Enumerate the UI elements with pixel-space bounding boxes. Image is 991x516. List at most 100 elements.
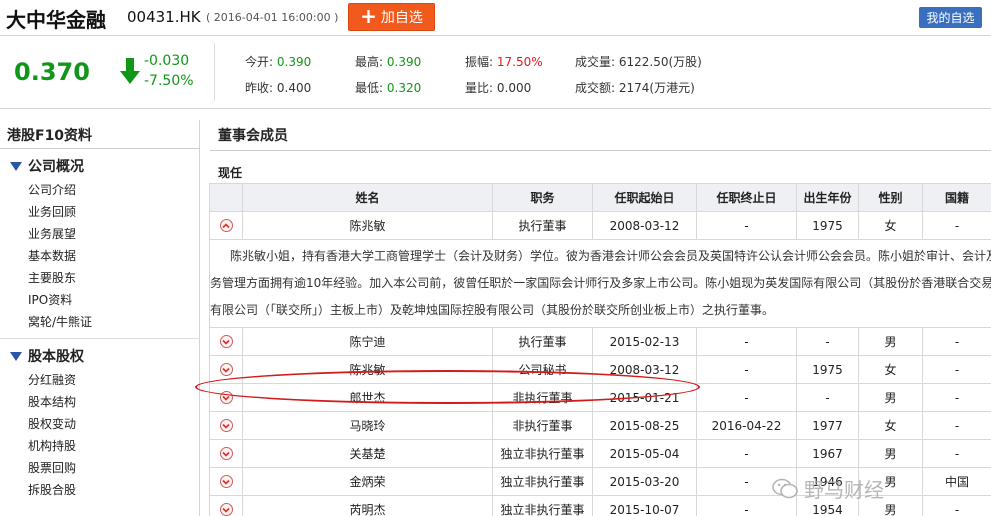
expand-icon[interactable] (219, 419, 233, 432)
table-row: 陈兆敏 执行董事 2008-03-12 - 1975 女 - (209, 211, 991, 240)
volume: 成交量: 6122.50(万股) (575, 55, 702, 69)
triangle-down-icon (10, 351, 22, 361)
sidebar-item-major-shareholders[interactable]: 主要股东 (28, 269, 76, 286)
add-watchlist-button[interactable]: + 加自选 (348, 3, 435, 31)
cell-birth: 1975 (796, 211, 859, 240)
cell-name: 郎世杰 (242, 383, 493, 412)
open-price: 今开: 0.390 (245, 55, 312, 69)
my-watchlist-button[interactable]: 我的自选 (919, 7, 982, 28)
col-birth-year: 出生年份 (796, 183, 859, 212)
collapse-icon[interactable] (219, 219, 233, 232)
bio-line: 务管理方面拥有逾10年经验。加入本公司前，彼曾任职於一家国际会计师行及多家上市公… (210, 276, 991, 290)
sidebar-item-buyback[interactable]: 股票回购 (28, 459, 76, 476)
sidebar-item-dividends[interactable]: 分红融资 (28, 371, 76, 388)
cell-end: - (696, 383, 797, 412)
cell-gender: 男 (858, 439, 923, 468)
cell-name: 金炳荣 (242, 467, 493, 496)
cell-start: 2015-03-20 (592, 467, 697, 496)
toggle-cell (209, 327, 243, 356)
cell-start: 2008-03-12 (592, 355, 697, 384)
cell-nation: - (922, 383, 991, 412)
cell-name: 关基楚 (242, 439, 493, 468)
expand-icon[interactable] (219, 503, 233, 516)
sidebar-item-basic-data[interactable]: 基本数据 (28, 247, 76, 264)
quote-panel: 0.370 -0.030 -7.50% 今开: 0.390 昨收: 0.400 … (0, 37, 991, 109)
expand-icon[interactable] (219, 391, 233, 404)
cell-end: - (696, 327, 797, 356)
cell-start: 2015-01-21 (592, 383, 697, 412)
sidebar-item-business-review[interactable]: 业务回顾 (28, 203, 76, 220)
table-row: 陈兆敏 公司秘书 2008-03-12-1975 女 - (209, 355, 991, 384)
down-arrow-icon (120, 58, 140, 84)
toggle-cell (209, 383, 243, 412)
turnover: 成交额: 2174(万港元) (575, 81, 695, 95)
top-bar: 大中华金融 00431.HK ( 2016-04-01 16:00:00 ) +… (0, 0, 991, 36)
table-row: 关基楚 独立非执行董事 2015-05-04-1967 男 - (209, 439, 991, 468)
low-price: 最低: 0.320 (355, 81, 422, 95)
sidebar-item-equity-change[interactable]: 股权变动 (28, 415, 76, 432)
toggle-cell (209, 495, 243, 516)
high-price: 最高: 0.390 (355, 55, 422, 69)
bio-line: 有限公司（「联交所」）主板上市）及乾坤烛国际控股有限公司（其股份於联交所创业板上… (210, 303, 775, 317)
expand-icon[interactable] (219, 475, 233, 488)
cell-nation: 中国 (922, 467, 991, 496)
director-bio: 陈兆敏小姐，持有香港大学工商管理学士（会计及财务）学位。彼为香港会计师公会会员及… (209, 239, 991, 328)
triangle-down-icon (10, 161, 22, 171)
expand-icon[interactable] (219, 447, 233, 460)
sidebar-item-institutional[interactable]: 机构持股 (28, 437, 76, 454)
sidebar-section-company[interactable]: 公司概况 (10, 156, 84, 176)
cell-start: 2015-05-04 (592, 439, 697, 468)
cell-start: 2015-10-07 (592, 495, 697, 516)
cell-title: 独立非执行董事 (492, 467, 593, 496)
watermark-text: 野马财经 (804, 478, 884, 502)
cell-name: 芮明杰 (242, 495, 493, 516)
cell-end: - (696, 355, 797, 384)
cell-birth: 1967 (796, 439, 859, 468)
cell-title: 执行董事 (492, 327, 593, 356)
cell-name: 陈宁迪 (242, 327, 493, 356)
board-table: 姓名 职务 任职起始日 任职终止日 出生年份 性别 国籍 陈兆敏 执行董事 20… (209, 183, 991, 516)
cell-nation: - (922, 327, 991, 356)
expand-icon[interactable] (219, 335, 233, 348)
cell-nation: - (922, 355, 991, 384)
col-toggle (209, 183, 243, 212)
sidebar-item-ipo-info[interactable]: IPO资料 (28, 291, 72, 308)
table-row: 郎世杰 非执行董事 2015-01-21- - 男 - (209, 383, 991, 412)
change-percent: -7.50% (144, 73, 194, 89)
cell-birth: - (796, 327, 859, 356)
stock-code: 00431.HK (127, 8, 201, 26)
sidebar-section-equity[interactable]: 股本股权 (10, 346, 84, 366)
toggle-cell (209, 467, 243, 496)
cell-gender: 男 (858, 327, 923, 356)
sidebar-item-share-structure[interactable]: 股本结构 (28, 393, 76, 410)
watermark: 野马财经 (772, 474, 884, 503)
cell-end: 2016-04-22 (696, 411, 797, 440)
cell-title: 非执行董事 (492, 411, 593, 440)
cell-start: 2008-03-12 (592, 211, 697, 240)
cell-title: 公司秘书 (492, 355, 593, 384)
cell-birth: 1975 (796, 355, 859, 384)
cell-nation: - (922, 411, 991, 440)
prev-close: 昨收: 0.400 (245, 81, 312, 95)
sidebar-item-warrants[interactable]: 窝轮/牛熊证 (28, 313, 92, 330)
cell-gender: 女 (858, 411, 923, 440)
cell-title: 独立非执行董事 (492, 495, 593, 516)
table-row: 马晓玲 非执行董事 2015-08-25 2016-04-22 1977 女 - (209, 411, 991, 440)
cell-name: 马晓玲 (242, 411, 493, 440)
col-end-date: 任职终止日 (696, 183, 797, 212)
f10-sidebar: 港股F10资料 公司概况 公司介绍 业务回顾 业务展望 基本数据 主要股东 IP… (0, 120, 200, 516)
sidebar-item-company-intro[interactable]: 公司介绍 (28, 181, 76, 198)
cell-title: 非执行董事 (492, 383, 593, 412)
cell-title: 执行董事 (492, 211, 593, 240)
quote-divider (214, 43, 215, 101)
expand-icon[interactable] (219, 363, 233, 376)
sidebar-divider (0, 338, 200, 339)
sidebar-item-split-merge[interactable]: 拆股合股 (28, 481, 76, 498)
cell-nation: - (922, 439, 991, 468)
sidebar-item-business-outlook[interactable]: 业务展望 (28, 225, 76, 242)
col-nationality: 国籍 (922, 183, 991, 212)
col-title: 职务 (492, 183, 593, 212)
sidebar-title: 港股F10资料 (7, 128, 93, 144)
current-price: 0.370 (14, 58, 90, 86)
col-name: 姓名 (242, 183, 493, 212)
